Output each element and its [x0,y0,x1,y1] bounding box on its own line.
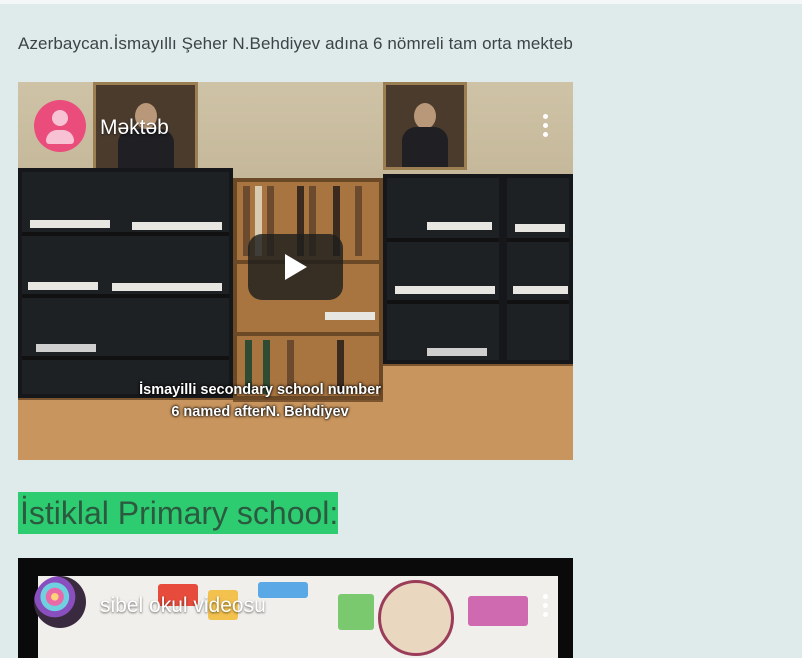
school-caption: Azerbaycan.İsmayıllı Şeher N.Behdiyev ad… [18,34,573,53]
video-subtitle-line-2: 6 named afterN. Behdiyev [171,404,349,420]
video-subtitle: İsmayilli secondary school number 6 name… [128,379,392,423]
channel-avatar-icon[interactable] [34,576,86,628]
bookcase-far-right [503,174,573,364]
bookcase-left [18,168,233,398]
kebab-menu-icon[interactable] [543,114,549,140]
cabinet-doors-right [383,364,573,460]
section-heading: İstiklal Primary school: [18,492,339,534]
video-player-2[interactable]: sibel okul videosu [18,558,573,658]
top-divider [0,0,802,4]
bookcase-right [383,174,503,364]
video-channel-title-2[interactable]: sibel okul videosu [100,594,266,618]
video-channel-title[interactable]: Məktəb [100,116,169,140]
portrait-right [383,82,467,170]
play-icon[interactable] [248,234,343,300]
kebab-menu-icon-2[interactable] [543,594,549,620]
video-subtitle-line-1: İsmayilli secondary school number [139,382,381,398]
video-player-1[interactable]: Məktəb İsmayilli secondary school number… [18,82,573,460]
user-avatar-icon[interactable] [34,100,86,152]
